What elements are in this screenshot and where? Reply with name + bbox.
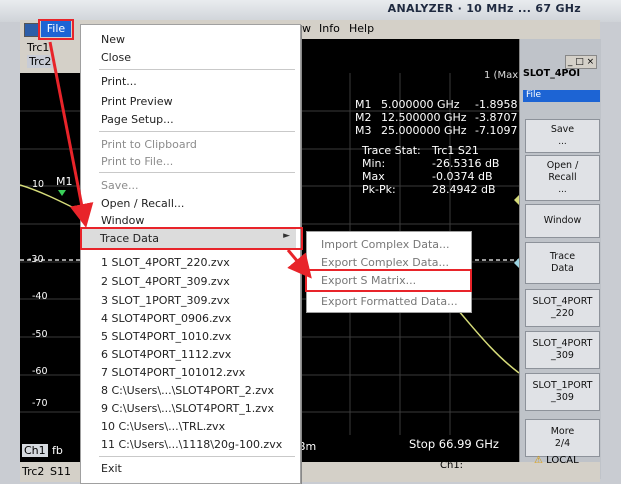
annotation-arrows [48,41,312,279]
arrow-trace-data-to-export [286,249,312,279]
arrow-file-to-trace-data [48,41,94,228]
